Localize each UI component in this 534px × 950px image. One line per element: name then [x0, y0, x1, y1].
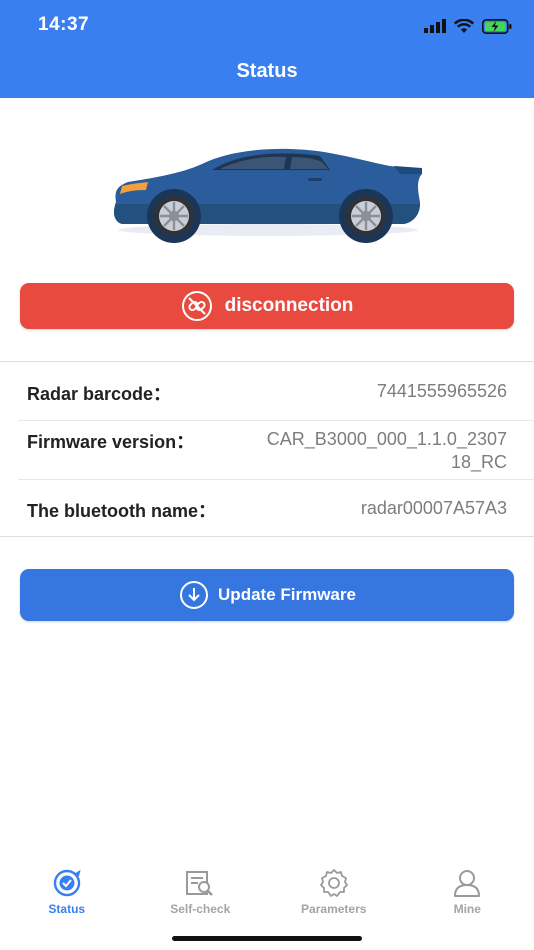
update-firmware-label: Update Firmware: [218, 585, 356, 604]
tab-bar: Status Self-check Parameters Mine: [0, 860, 534, 920]
firmware-version-label: Firmware version：: [27, 432, 195, 452]
disconnect-label: disconnection: [224, 295, 354, 316]
tab-parameters-label: Parameters: [301, 902, 367, 916]
download-circle-icon: [178, 579, 210, 611]
firmware-version-line2: 18_RC: [450, 452, 507, 472]
battery-icon: [482, 18, 512, 34]
firmware-version-line1: CAR_B3000_000_1.1.0_2307: [266, 429, 507, 449]
page-title: Status: [236, 60, 298, 82]
bluetooth-name-label: The bluetooth name：: [27, 501, 216, 521]
tab-mine[interactable]: Mine: [401, 860, 534, 920]
radar-barcode-label: Radar barcode：: [27, 384, 172, 404]
gear-icon: [317, 866, 351, 900]
divider-top: [0, 361, 534, 362]
home-indicator: [172, 936, 362, 941]
header: 14:37 Status: [0, 0, 534, 98]
tab-self-check[interactable]: Self-check: [134, 860, 268, 920]
tab-mine-label: Mine: [453, 902, 481, 916]
car-illustration: [114, 148, 422, 243]
self-check-icon: [183, 866, 217, 900]
row-divider: [18, 479, 534, 480]
update-firmware-button[interactable]: Update Firmware: [20, 569, 514, 621]
cellular-signal-icon: [424, 19, 446, 33]
divider-bottom: [0, 536, 534, 537]
bluetooth-name-value: radar00007A57A3: [360, 498, 507, 518]
status-bar: 14:37: [0, 0, 534, 52]
wifi-icon: [454, 18, 474, 33]
status-icon: [50, 866, 84, 900]
system-icons: [424, 16, 512, 36]
tab-self-check-label: Self-check: [170, 902, 231, 916]
disconnect-button[interactable]: disconnection: [20, 283, 514, 329]
tab-status-label: Status: [48, 902, 86, 916]
radar-barcode-value: 7441555965526: [376, 381, 507, 401]
tab-parameters[interactable]: Parameters: [267, 860, 401, 920]
user-icon: [450, 866, 484, 900]
row-divider: [18, 420, 534, 421]
clock: 14:37: [38, 14, 90, 35]
firmware-version-value: CAR_B3000_000_1.1.0_2307 18_RC: [267, 428, 507, 474]
tab-status[interactable]: Status: [0, 860, 134, 920]
unlink-icon: [181, 290, 213, 322]
